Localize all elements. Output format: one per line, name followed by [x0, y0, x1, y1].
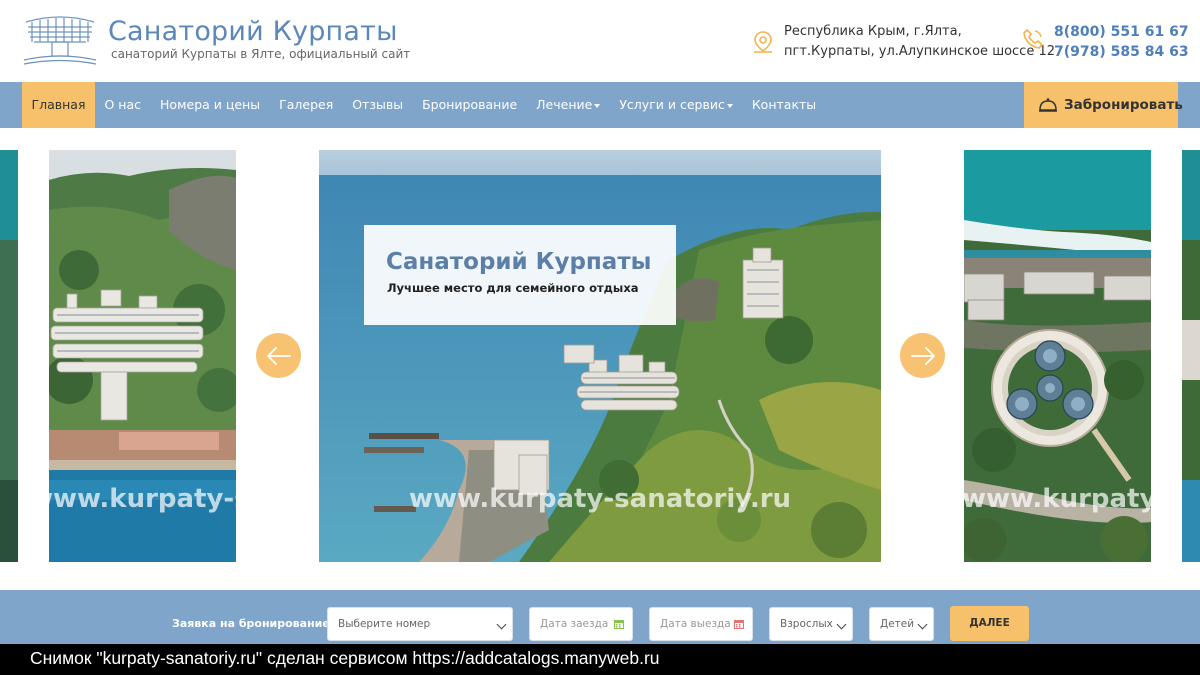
children-select[interactable]: Детей	[869, 607, 934, 641]
chevron-down-icon	[836, 619, 847, 630]
arrow-left-icon	[267, 347, 291, 365]
room-select-value: Выберите номер	[338, 618, 431, 630]
nav-item-label: Галерея	[279, 97, 334, 112]
slider-prev-button[interactable]	[256, 333, 301, 378]
slide-left[interactable]: www.kurpaty-s	[49, 150, 236, 562]
nav-item-reviews[interactable]: Отзывы	[343, 82, 413, 128]
slide-caption: Санаторий Курпаты Лучшее место для семей…	[364, 225, 676, 325]
hero-slider: www.kurpaty-s	[0, 128, 1200, 590]
nav-items: Главная О нас Номера и цены Галерея Отзы…	[22, 82, 826, 128]
slide-caption-title: Санаторий Курпаты	[386, 249, 652, 275]
slide-far-right[interactable]	[1182, 150, 1200, 562]
slide-image	[0, 150, 18, 562]
caret-down-icon	[594, 103, 601, 108]
slide-watermark: www.kurpaty-sanatoriy.ru	[408, 484, 792, 514]
book-now-button[interactable]: Забронировать	[1024, 82, 1183, 128]
slide-right[interactable]: www.kurpaty-s	[964, 150, 1151, 562]
calendar-icon	[734, 620, 744, 629]
phone-icon	[1023, 29, 1043, 49]
booking-next-button[interactable]: ДАЛЕЕ	[950, 606, 1029, 641]
caret-down-icon	[726, 103, 733, 108]
slide-caption-subtitle: Лучшее место для семейного отдыха	[387, 281, 639, 295]
adults-select[interactable]: Взрослых	[769, 607, 853, 641]
map-pin-icon	[754, 31, 772, 53]
nav-item-label: Контакты	[751, 97, 817, 112]
sanatorium-logo-icon[interactable]	[22, 10, 98, 66]
checkin-date-input[interactable]: Дата заезда	[529, 607, 633, 641]
slide-watermark: www.kurpaty-s	[49, 484, 236, 514]
nav-item-booking[interactable]: Бронирование	[413, 82, 527, 128]
main-nav: Главная О нас Номера и цены Галерея Отзы…	[0, 82, 1200, 128]
phone-2-link[interactable]: 7(978) 585 84 63	[1054, 42, 1189, 62]
nav-item-label: Номера и цены	[160, 97, 261, 112]
book-now-label: Забронировать	[1064, 97, 1183, 113]
nav-item-label: Бронирование	[422, 97, 518, 112]
site-subtitle: санаторий Курпаты в Ялте, официальный са…	[111, 47, 411, 61]
chevron-down-icon	[496, 619, 507, 630]
slider-next-button[interactable]	[900, 333, 945, 378]
slide-watermark: www.kurpaty-s	[964, 484, 1151, 514]
site-title[interactable]: Санаторий Курпаты	[108, 16, 398, 47]
nav-item-label: Отзывы	[352, 97, 404, 112]
adults-select-value: Взрослых	[780, 618, 833, 630]
nav-item-gallery[interactable]: Галерея	[270, 82, 343, 128]
arrow-right-icon	[911, 347, 935, 365]
calendar-icon	[614, 620, 624, 629]
nav-item-label: Лечение	[536, 97, 593, 112]
address-line-2: пгт.Курпаты, ул.Алупкинское шоссе 12	[784, 44, 1056, 59]
checkin-placeholder: Дата заезда	[540, 618, 609, 630]
nav-item-label: Услуги и сервис	[619, 97, 725, 112]
nav-item-services[interactable]: Услуги и сервис	[610, 82, 743, 128]
slide-image	[1182, 150, 1200, 562]
room-select[interactable]: Выберите номер	[327, 607, 513, 641]
nav-item-contacts[interactable]: Контакты	[742, 82, 825, 128]
chevron-down-icon	[917, 619, 928, 630]
address-line-1: Республика Крым, г.Ялта,	[784, 24, 962, 39]
nav-item-treatment[interactable]: Лечение	[527, 82, 610, 128]
checkout-placeholder: Дата выезда	[660, 618, 731, 630]
screenshot-credit: Снимок "kurpaty-sanatoriy.ru" сделан сер…	[0, 644, 1200, 675]
nav-item-about[interactable]: О нас	[95, 82, 151, 128]
nav-item-label: Главная	[31, 97, 86, 112]
nav-item-home[interactable]: Главная	[22, 82, 95, 128]
phone-1-link[interactable]: 8(800) 551 61 67	[1054, 22, 1189, 42]
checkout-date-input[interactable]: Дата выезда	[649, 607, 753, 641]
nav-item-label: О нас	[104, 97, 142, 112]
site-header: Санаторий Курпаты санаторий Курпаты в Ял…	[0, 0, 1200, 82]
children-select-value: Детей	[880, 618, 915, 630]
bell-icon	[1039, 98, 1057, 112]
phones: 8(800) 551 61 67 7(978) 585 84 63	[1054, 22, 1189, 62]
address: Республика Крым, г.Ялта, пгт.Курпаты, ул…	[784, 22, 1055, 62]
booking-label: Заявка на бронирование	[172, 617, 330, 630]
nav-item-rooms[interactable]: Номера и цены	[151, 82, 270, 128]
slide-far-left[interactable]	[0, 150, 18, 562]
slide-main[interactable]: Санаторий Курпаты Лучшее место для семей…	[319, 150, 881, 562]
